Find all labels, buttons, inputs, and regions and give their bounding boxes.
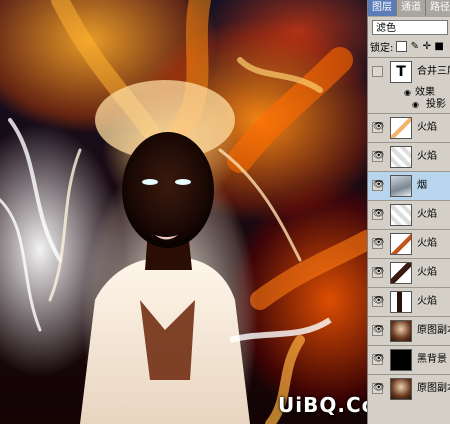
- eye-icon[interactable]: 👁: [372, 180, 384, 191]
- layers-panel: 图层 通道 路径 滤色 锁定: ✎ ✛ ■ T 合井三层 ◉ 效果 ◉ 投影 👁…: [367, 0, 450, 424]
- watermark-text: UiBQ.CoM: [278, 393, 367, 417]
- layer-row-text[interactable]: T 合井三层: [368, 57, 450, 86]
- effect-item-label: 投影: [426, 99, 446, 110]
- layer-name: 合井三层: [417, 66, 450, 77]
- photo-layer-thumbnail: [390, 320, 412, 342]
- text-layer-thumbnail: T: [390, 61, 412, 83]
- eye-icon[interactable]: 👁: [372, 209, 384, 220]
- black-layer-thumbnail: [390, 349, 412, 371]
- layer-row-fire[interactable]: 👁 火焰: [368, 229, 450, 258]
- lock-paint-icon[interactable]: ✎: [410, 41, 419, 52]
- fire-layer-thumbnail: [390, 233, 412, 255]
- layer-name: 原图副本: [417, 383, 450, 394]
- layer-name: 火焰: [417, 267, 437, 278]
- visibility-toggle-empty-icon[interactable]: [372, 66, 383, 77]
- layer-name: 火焰: [417, 151, 437, 162]
- panel-tabs: 图层 通道 路径: [368, 0, 450, 17]
- eye-icon[interactable]: 👁: [372, 267, 384, 278]
- tab-channels[interactable]: 通道: [397, 0, 426, 16]
- lock-row: 锁定: ✎ ✛ ■: [370, 38, 444, 54]
- layer-row-fire[interactable]: 👁 火焰: [368, 258, 450, 287]
- effect-item-row[interactable]: ◉ 投影: [368, 98, 450, 112]
- fire-layer-thumbnail: [390, 146, 412, 168]
- eye-icon[interactable]: 👁: [372, 151, 384, 162]
- blend-mode-select[interactable]: 滤色: [372, 20, 448, 35]
- artwork-svg: [0, 0, 367, 424]
- eye-icon[interactable]: 👁: [372, 354, 384, 365]
- layer-name: 火焰: [417, 122, 437, 133]
- tab-paths[interactable]: 路径: [426, 0, 450, 16]
- smoke-layer-thumbnail: [390, 175, 412, 197]
- layer-name: 黑背景: [417, 354, 447, 365]
- eye-icon[interactable]: 👁: [372, 296, 384, 307]
- eye-icon[interactable]: 👁: [372, 325, 384, 336]
- fire-layer-thumbnail: [390, 262, 412, 284]
- fire-layer-thumbnail: [390, 291, 412, 313]
- layer-row-fire[interactable]: 👁 火焰: [368, 113, 450, 142]
- layer-row-fire[interactable]: 👁 火焰: [368, 142, 450, 171]
- figure-face: [122, 132, 214, 248]
- eye-icon[interactable]: 👁: [372, 238, 384, 249]
- effect-eye-icon[interactable]: ◉: [412, 101, 419, 109]
- layer-row-black-background[interactable]: 👁 黑背景: [368, 345, 450, 374]
- layer-row-smoke-selected[interactable]: 👁 烟: [368, 171, 450, 200]
- eye-icon[interactable]: 👁: [372, 383, 384, 394]
- layer-row-fire[interactable]: 👁 火焰: [368, 287, 450, 316]
- fx-eye-icon[interactable]: ◉: [404, 89, 411, 97]
- figure-eye-right: [175, 179, 191, 185]
- layer-name: 原图副本: [417, 325, 450, 336]
- layer-name: 烟: [417, 180, 427, 191]
- fire-layer-thumbnail: [390, 117, 412, 139]
- layer-name: 火焰: [417, 238, 437, 249]
- layer-name: 火焰: [417, 296, 437, 307]
- fire-layer-thumbnail: [390, 204, 412, 226]
- layer-name: 火焰: [417, 209, 437, 220]
- figure-eye-left: [142, 179, 158, 185]
- lock-move-icon[interactable]: ✛: [422, 41, 431, 52]
- tab-layers[interactable]: 图层: [368, 0, 397, 16]
- canvas-artwork[interactable]: UiBQ.CoM: [0, 0, 367, 424]
- layer-row-photo[interactable]: 👁 原图副本: [368, 374, 450, 403]
- layer-row-fire[interactable]: 👁 火焰: [368, 200, 450, 229]
- lock-transparent-icon[interactable]: [396, 40, 408, 52]
- photo-layer-thumbnail: [390, 378, 412, 400]
- flame-arm-streak: [229, 317, 332, 343]
- eye-icon[interactable]: 👁: [372, 122, 384, 133]
- layer-row-photo[interactable]: 👁 原图副本: [368, 316, 450, 345]
- lock-all-icon[interactable]: ■: [434, 41, 443, 52]
- lock-label: 锁定:: [370, 42, 394, 54]
